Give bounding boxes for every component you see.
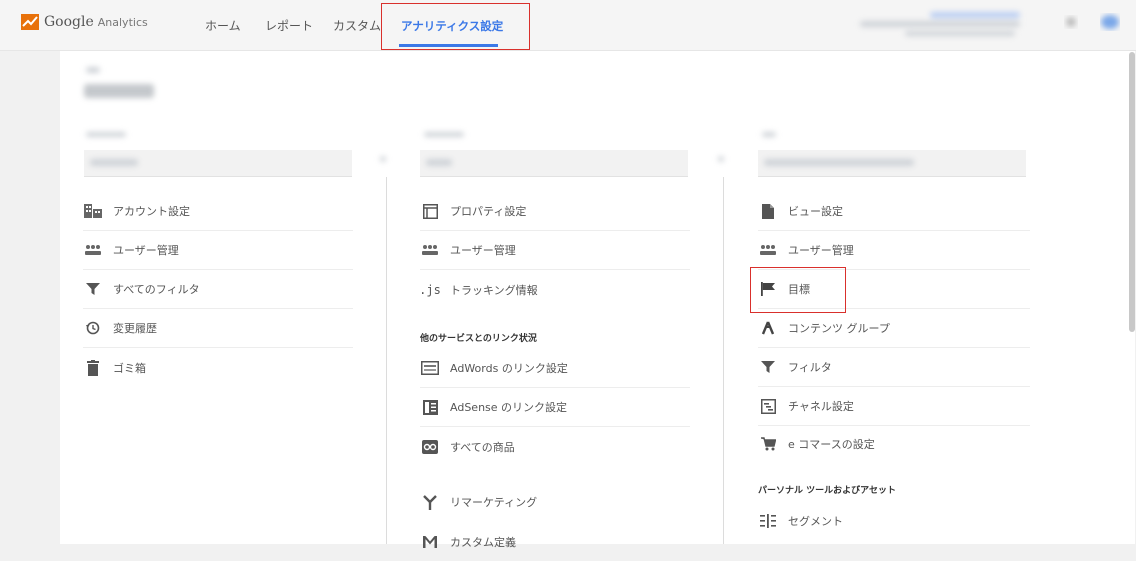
logo-google-text: Google xyxy=(44,14,94,30)
menu-item-all-products[interactable]: すべての商品 xyxy=(420,427,690,466)
menu-item-view-filters[interactable]: フィルタ xyxy=(758,348,1030,387)
segment-icon xyxy=(758,511,778,531)
menu-item-property-users[interactable]: ユーザー管理 xyxy=(420,231,690,270)
nav-home[interactable]: ホーム xyxy=(205,17,241,34)
menu-item-label: ユーザー管理 xyxy=(113,244,179,257)
menu-item-label: トラッキング情報 xyxy=(450,283,538,297)
channel-icon xyxy=(758,396,778,416)
menu-item-label: ビュー設定 xyxy=(788,205,843,218)
nav-custom[interactable]: カスタム xyxy=(333,17,381,34)
top-bar: Google Analytics ホーム レポート カスタム アナリティクス設定 xyxy=(0,0,1136,51)
menu-item-label: AdSense のリンク設定 xyxy=(450,401,568,414)
menu-item-tracking-info[interactable]: .js トラッキング情報 xyxy=(419,270,690,309)
adsense-icon xyxy=(420,397,440,417)
analytics-logo-icon xyxy=(21,14,39,30)
trash-icon xyxy=(83,358,103,378)
menu-item-account-settings[interactable]: アカウント設定 xyxy=(83,192,353,231)
filter-icon xyxy=(83,279,103,299)
section-title-linked-services: 他のサービスとのリンク状況 xyxy=(420,334,537,344)
users-icon xyxy=(420,240,440,260)
menu-item-segments[interactable]: セグメント xyxy=(758,501,1030,540)
nav-report[interactable]: レポート xyxy=(265,17,313,34)
menu-item-label: フィルタ xyxy=(788,361,832,374)
menu-item-label: すべてのフィルタ xyxy=(113,283,200,296)
gear-icon[interactable] xyxy=(1064,15,1078,29)
menu-item-adwords-link[interactable]: AdWords のリンク設定 xyxy=(420,349,690,388)
menu-item-label: コンテンツ グループ xyxy=(788,322,890,335)
remarketing-icon xyxy=(420,492,440,512)
goals-highlight xyxy=(750,267,846,313)
menu-item-view-settings[interactable]: ビュー設定 xyxy=(758,192,1030,231)
menu-item-label: カスタム定義 xyxy=(450,535,516,549)
menu-item-custom-definitions[interactable]: カスタム定義 xyxy=(420,522,690,561)
js-icon: .js xyxy=(419,282,441,297)
property-icon xyxy=(420,201,440,221)
menu-item-account-users[interactable]: ユーザー管理 xyxy=(83,231,353,270)
menu-item-all-filters[interactable]: すべてのフィルタ xyxy=(83,270,353,309)
menu-item-label: ユーザー管理 xyxy=(788,244,854,257)
column-divider xyxy=(723,177,724,544)
menu-item-label: 変更履歴 xyxy=(113,322,157,335)
menu-item-content-grouping[interactable]: コンテンツ グループ xyxy=(758,309,1030,348)
menu-item-channel-settings[interactable]: チャネル設定 xyxy=(758,387,1030,426)
filter-icon xyxy=(758,357,778,377)
menu-item-adsense-link[interactable]: AdSense のリンク設定 xyxy=(420,388,690,427)
menu-item-label: プロパティ設定 xyxy=(450,205,527,218)
adwords-icon xyxy=(420,358,440,378)
document-icon xyxy=(758,201,778,221)
menu-item-label: リマーケティング xyxy=(450,495,538,509)
menu-item-label: AdWords のリンク設定 xyxy=(450,362,568,375)
section-title-personal-tools: パーソナル ツールおよびアセット xyxy=(758,486,896,496)
logo-analytics-text: Analytics xyxy=(97,15,148,29)
users-icon xyxy=(758,240,778,260)
cart-icon xyxy=(758,434,778,454)
menu-item-label: チャネル設定 xyxy=(788,400,854,413)
custom-definition-icon xyxy=(420,532,440,552)
menu-item-view-users[interactable]: ユーザー管理 xyxy=(758,231,1030,270)
history-icon xyxy=(83,318,103,338)
menu-item-label: ユーザー管理 xyxy=(450,244,516,257)
column-divider xyxy=(386,177,387,544)
menu-item-label: ゴミ箱 xyxy=(113,361,146,375)
menu-item-ecommerce-settings[interactable]: e コマースの設定 xyxy=(758,426,1030,462)
avatar-icon[interactable] xyxy=(1100,13,1120,31)
menu-item-remarketing[interactable]: リマーケティング xyxy=(420,482,690,521)
property-selector[interactable] xyxy=(420,150,688,177)
menu-item-trash[interactable]: ゴミ箱 xyxy=(83,348,353,387)
account-icon xyxy=(83,201,103,221)
menu-item-label: アカウント設定 xyxy=(113,205,190,218)
menu-item-change-history[interactable]: 変更履歴 xyxy=(83,309,353,348)
menu-item-label: セグメント xyxy=(788,514,843,528)
menu-item-label: すべての商品 xyxy=(450,440,515,454)
users-icon xyxy=(83,240,103,260)
admin-tab-highlight xyxy=(381,3,530,50)
google-analytics-logo[interactable]: Google Analytics xyxy=(21,13,148,31)
menu-item-property-settings[interactable]: プロパティ設定 xyxy=(420,192,690,231)
content-group-icon xyxy=(758,318,778,338)
menu-item-label: e コマースの設定 xyxy=(788,438,875,451)
page-scrollbar[interactable] xyxy=(1129,52,1135,332)
products-icon xyxy=(420,437,440,457)
